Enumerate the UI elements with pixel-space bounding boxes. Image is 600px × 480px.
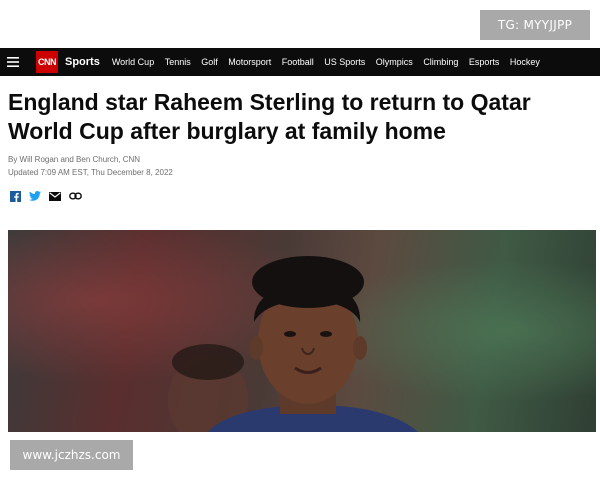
twitter-icon[interactable] — [28, 190, 42, 202]
nav-link-world-cup[interactable]: World Cup — [112, 57, 154, 67]
link-icon[interactable] — [68, 190, 82, 202]
email-icon[interactable] — [48, 190, 62, 202]
nav-link-tennis[interactable]: Tennis — [165, 57, 191, 67]
nav-link-us-sports[interactable]: US Sports — [324, 57, 365, 67]
nav-link-motorsport[interactable]: Motorsport — [228, 57, 271, 67]
nav-link-football[interactable]: Football — [282, 57, 314, 67]
site-watermark: www.jczhzs.com — [10, 440, 133, 470]
nav-link-climbing[interactable]: Climbing — [423, 57, 458, 67]
hamburger-menu-icon[interactable] — [0, 48, 26, 76]
nav-links: World Cup Tennis Golf Motorsport Footbal… — [112, 57, 551, 67]
hero-photo — [8, 230, 596, 432]
article-headline: England star Raheem Sterling to return t… — [8, 89, 531, 144]
nav-link-esports[interactable]: Esports — [469, 57, 500, 67]
article-byline: By Will Rogan and Ben Church, CNN — [8, 155, 141, 164]
nav-link-hockey[interactable]: Hockey — [510, 57, 540, 67]
nav-link-olympics[interactable]: Olympics — [376, 57, 413, 67]
facebook-icon[interactable] — [8, 190, 22, 202]
cnn-logo[interactable]: CNN — [36, 51, 58, 73]
top-nav: CNN Sports World Cup Tennis Golf Motorsp… — [0, 48, 600, 76]
nav-link-golf[interactable]: Golf — [201, 57, 218, 67]
share-bar — [8, 190, 88, 202]
tg-watermark: TG: MYYJJPP — [480, 10, 590, 40]
section-title-sports[interactable]: Sports — [65, 56, 100, 68]
article-updated-time: Updated 7:09 AM EST, Thu December 8, 202… — [8, 168, 173, 177]
